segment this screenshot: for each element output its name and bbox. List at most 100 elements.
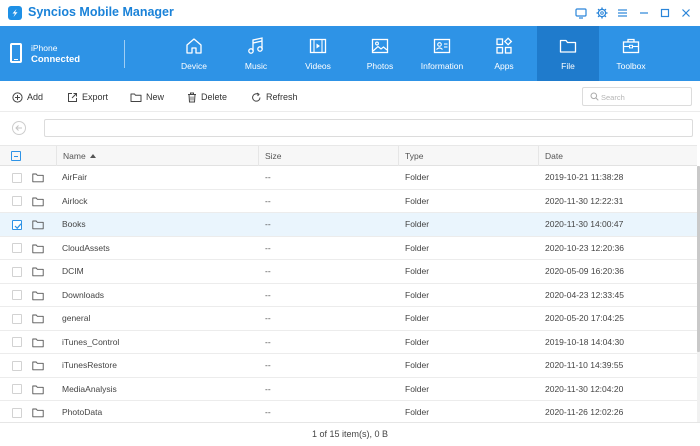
minimize-icon[interactable] (635, 4, 652, 22)
cell-size: -- (265, 383, 271, 394)
add-button[interactable]: Add (12, 90, 43, 104)
film-icon (309, 38, 327, 54)
cell-size: -- (265, 289, 271, 300)
nav-divider (124, 40, 125, 68)
export-button[interactable]: Export (67, 90, 108, 104)
table-header: Name Size Type Date (0, 145, 697, 166)
column-name-label: Name (63, 151, 86, 161)
cell-type: Folder (405, 313, 430, 323)
tab-apps[interactable]: Apps (473, 26, 535, 81)
cell-name: iTunesRestore (62, 360, 117, 370)
close-icon[interactable] (677, 4, 694, 22)
cell-size: -- (265, 242, 271, 253)
tab-label: Videos (305, 61, 331, 71)
row-checkbox[interactable] (12, 290, 22, 300)
table-row[interactable]: iTunes_Control -- Folder 2019-10-18 14:04:3… (0, 330, 697, 354)
cell-size: -- (265, 266, 271, 276)
row-checkbox[interactable] (12, 407, 22, 418)
gear-icon[interactable] (593, 4, 610, 22)
tab-file[interactable]: File (537, 26, 599, 81)
folder-icon (32, 197, 44, 209)
cell-name: AirFair (62, 172, 88, 182)
tab-music[interactable]: Music (225, 26, 287, 81)
cell-date: 2020-11-30 12:04:20 (545, 383, 624, 394)
folder-icon (32, 291, 44, 303)
monitor-icon[interactable] (572, 4, 589, 22)
folder-icon (32, 385, 44, 397)
cell-type: Folder (405, 383, 430, 394)
row-checkbox[interactable] (12, 337, 22, 347)
image-icon (371, 38, 389, 54)
cell-name: Books (62, 219, 86, 229)
table-row[interactable]: AirFair -- Folder 2019-10-21 11:38:28 (0, 166, 697, 190)
main-navigation: iPhone Connected Device Music Videos Pho… (0, 26, 700, 81)
device-name: iPhone (31, 43, 58, 53)
cell-date: 2020-05-20 17:04:25 (545, 313, 624, 323)
cell-name: Downloads (62, 289, 105, 300)
refresh-label: Refresh (266, 92, 298, 102)
row-checkbox[interactable] (12, 266, 22, 277)
folder-icon (32, 314, 44, 326)
add-label: Add (27, 92, 44, 102)
select-all-checkbox[interactable] (11, 151, 21, 161)
tab-information[interactable]: Information (411, 26, 473, 81)
toolbox-icon (622, 38, 640, 54)
maximize-icon[interactable] (656, 4, 673, 22)
new-label: New (146, 92, 165, 102)
cell-name: MediaAnalysis (62, 383, 117, 394)
row-checkbox[interactable] (12, 360, 22, 371)
cell-name: PhotoData (62, 407, 103, 417)
music-icon (248, 37, 263, 54)
tab-toolbox[interactable]: Toolbox (600, 26, 662, 81)
path-field[interactable] (44, 119, 693, 137)
cell-type: Folder (405, 266, 430, 276)
search-box[interactable] (582, 87, 692, 106)
cell-date: 2020-11-26 12:02:26 (545, 407, 624, 417)
cell-type: Folder (405, 336, 430, 347)
row-checkbox[interactable] (12, 243, 22, 253)
device-info[interactable]: iPhone Connected (0, 26, 124, 81)
folder-icon (32, 408, 44, 420)
table-row[interactable]: CloudAssets -- Folder 2020-10-23 12:20:36 (0, 236, 697, 260)
cell-name: iTunes_Control (62, 336, 120, 347)
column-header-size[interactable]: Size (258, 146, 398, 166)
file-list: AirFair -- Folder 2019-10-21 11:38:28 Airloc… (0, 166, 697, 422)
column-header-name[interactable]: Name (56, 146, 258, 166)
row-checkbox[interactable] (12, 196, 22, 206)
cell-type: Folder (405, 242, 430, 253)
refresh-button[interactable]: Refresh (251, 90, 298, 104)
delete-button[interactable]: Delete (187, 90, 227, 104)
back-button[interactable] (12, 121, 26, 135)
table-row[interactable]: DCIM -- Folder 2020-05-09 16:20:36 (0, 260, 697, 284)
cell-size: -- (265, 172, 271, 182)
tab-photos[interactable]: Photos (349, 26, 411, 81)
table-row[interactable]: PhotoData -- Folder 2020-11-26 12:02:26 (0, 401, 697, 422)
folder-icon (32, 361, 44, 373)
cell-date: 2020-11-30 12:22:31 (545, 195, 624, 206)
cell-date: 2020-11-30 14:00:47 (545, 219, 624, 229)
tab-label: Apps (494, 61, 514, 71)
column-header-type[interactable]: Type (398, 146, 538, 166)
export-icon (68, 92, 77, 102)
table-row[interactable]: general -- Folder 2020-05-20 17:04:25 (0, 307, 697, 331)
column-header-date[interactable]: Date (538, 146, 697, 166)
row-checkbox[interactable] (12, 172, 22, 183)
table-row[interactable]: iTunesRestore -- Folder 2020-11-10 14:39:55 (0, 354, 697, 378)
table-row[interactable]: MediaAnalysis -- Folder 2020-11-30 12:04:20 (0, 377, 697, 401)
title-bar: Syncios Mobile Manager (0, 0, 700, 26)
cell-type: Folder (405, 289, 430, 300)
home-icon (186, 38, 202, 54)
row-checkbox[interactable] (12, 384, 22, 394)
new-folder-button[interactable]: New (130, 90, 164, 104)
menu-icon[interactable] (614, 4, 631, 22)
row-checkbox-checked[interactable] (12, 219, 22, 230)
table-row[interactable]: Airlock -- Folder 2020-11-30 12:22:31 (0, 189, 697, 213)
device-status: Connected (31, 54, 81, 65)
folder-icon (559, 39, 577, 53)
table-row[interactable]: Downloads -- Folder 2020-04-23 12:33:45 (0, 283, 697, 307)
table-row[interactable]: Books -- Folder 2020-11-30 14:00:47 (0, 213, 697, 237)
row-checkbox[interactable] (12, 313, 22, 324)
tab-device[interactable]: Device (163, 26, 225, 81)
tab-videos[interactable]: Videos (287, 26, 349, 81)
search-input[interactable] (601, 91, 687, 103)
